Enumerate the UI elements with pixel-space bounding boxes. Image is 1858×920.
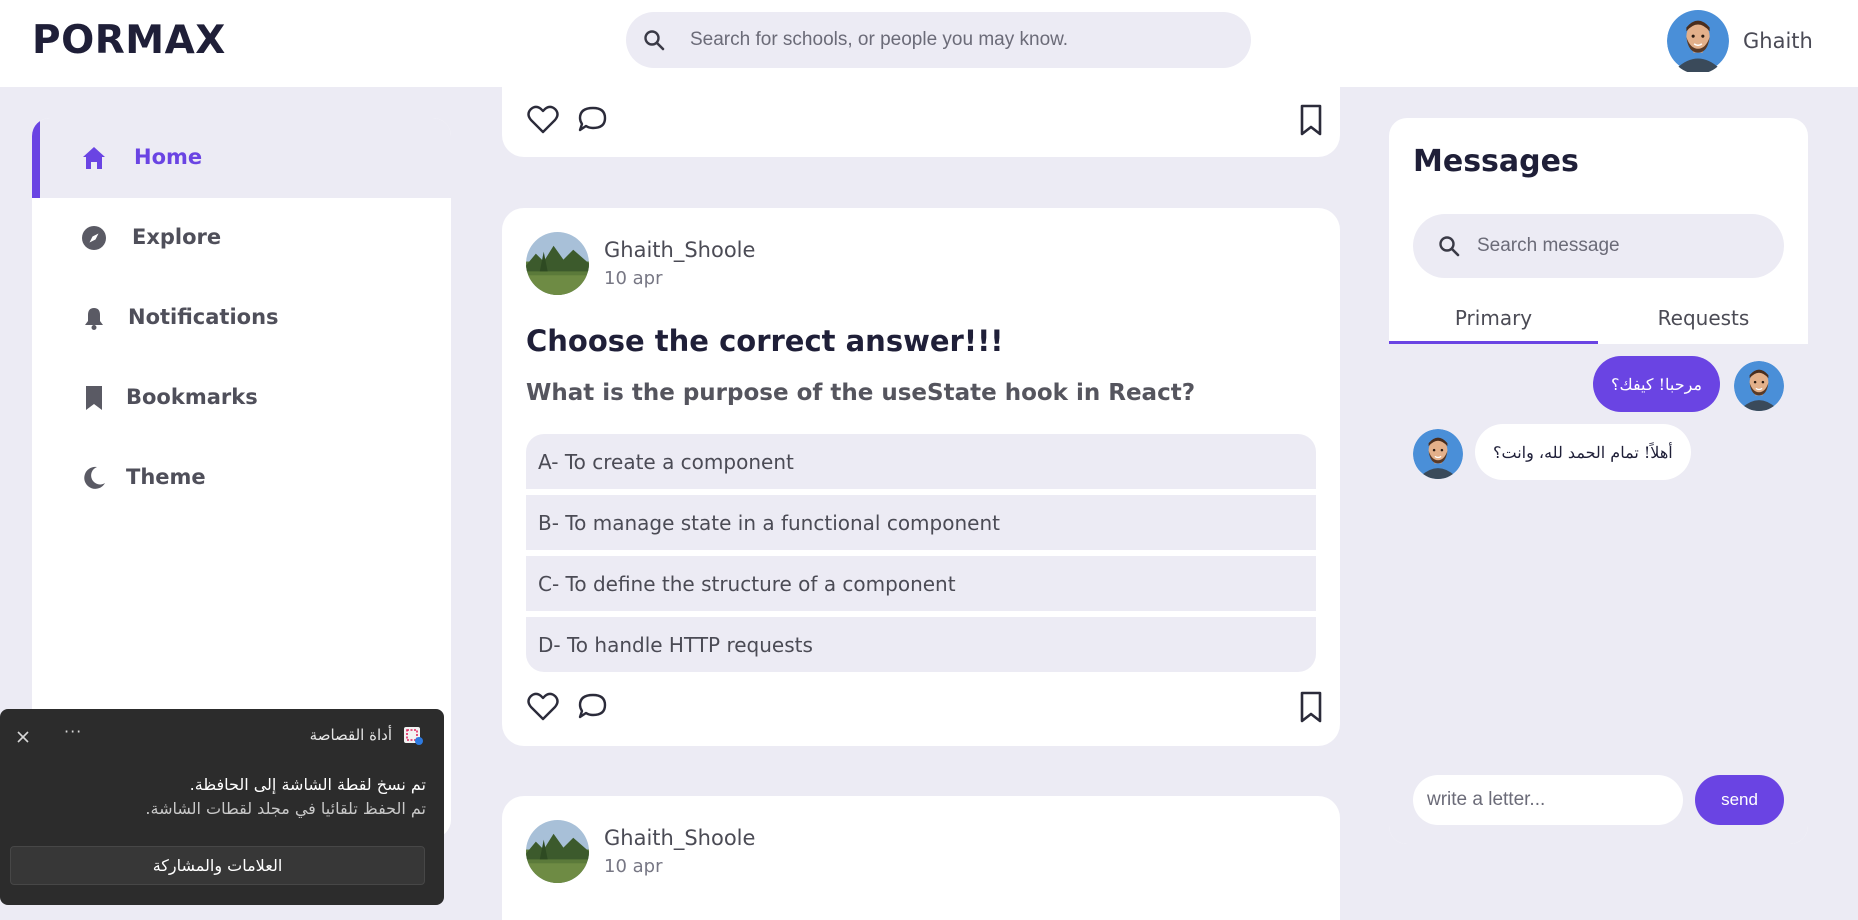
sidebar-item-explore[interactable]: Explore: [32, 198, 451, 278]
post-actions: [526, 103, 1322, 139]
global-search[interactable]: [626, 12, 1251, 68]
post-date: 10 apr: [604, 268, 663, 289]
messages-title: Messages: [1413, 144, 1579, 179]
chat-message-received: أهلاً! تمام الحمد لله، وانت؟: [1389, 424, 1808, 480]
chat-thread: مرحبا! كيفك؟ أهلاً! تمام الحمد لله، وانت…: [1389, 344, 1808, 844]
more-options-button[interactable]: ···: [64, 722, 82, 741]
tab-primary[interactable]: Primary: [1389, 300, 1598, 346]
sidebar-item-label: Theme: [126, 465, 206, 489]
toast-message: تم نسخ لقطة الشاشة إلى الحافظة.: [189, 775, 426, 794]
post-card-partial: [502, 70, 1340, 157]
tab-requests[interactable]: Requests: [1599, 300, 1808, 344]
avatar[interactable]: [1667, 8, 1729, 74]
message-compose-input[interactable]: [1413, 775, 1683, 825]
bookmark-icon[interactable]: [1294, 690, 1328, 724]
sidebar-item-home[interactable]: Home: [32, 118, 451, 198]
post-card: Ghaith_Shoole 10 apr Choose the correct …: [502, 208, 1340, 746]
bell-icon: [85, 308, 103, 330]
quiz-option-a[interactable]: A- To create a component: [526, 434, 1316, 489]
avatar: [1734, 361, 1784, 411]
toast-app-name: أداة القصاصة: [309, 726, 392, 744]
sidebar-item-label: Notifications: [128, 305, 279, 329]
search-icon: [644, 30, 665, 51]
compass-icon: [82, 226, 106, 250]
comment-icon[interactable]: [576, 690, 610, 724]
global-search-input[interactable]: [690, 12, 1230, 68]
home-icon: [83, 147, 105, 169]
post-title: Choose the correct answer!!!: [526, 324, 1004, 358]
snipping-tool-toast: ··· أداة القصاصة تم نسخ لقطة الشاشة إلى …: [0, 709, 444, 905]
message-search[interactable]: [1413, 214, 1784, 278]
heart-icon[interactable]: [526, 690, 560, 724]
bookmark-icon[interactable]: [1294, 103, 1328, 137]
send-button[interactable]: send: [1695, 775, 1784, 825]
avatar[interactable]: [526, 820, 589, 883]
markup-and-share-button[interactable]: العلامات والمشاركة: [10, 846, 425, 885]
bookmark-icon: [86, 386, 102, 410]
avatar: [1413, 429, 1463, 479]
app-logo[interactable]: PORMAX: [32, 18, 226, 63]
post-author[interactable]: Ghaith_Shoole: [604, 238, 755, 262]
toast-submessage: تم الحفظ تلقائيا في مجلد لقطات الشاشة.: [145, 799, 426, 818]
search-icon: [1439, 236, 1460, 257]
chat-bubble: مرحبا! كيفك؟: [1592, 356, 1720, 412]
sidebar-item-label: Bookmarks: [126, 385, 258, 409]
heart-icon[interactable]: [526, 103, 560, 137]
user-profile[interactable]: Ghaith: [1667, 8, 1813, 74]
post-author[interactable]: Ghaith_Shoole: [604, 826, 755, 850]
sidebar-item-label: Explore: [132, 225, 222, 249]
sidebar-item-theme[interactable]: Theme: [32, 438, 451, 518]
snipping-tool-icon: [404, 727, 423, 745]
chat-bubble: أهلاً! تمام الحمد لله، وانت؟: [1475, 424, 1691, 480]
messages-panel: Messages Primary Requests مرحبا! كيفك؟ أ…: [1389, 118, 1808, 844]
user-name: Ghaith: [1743, 29, 1813, 53]
sidebar-item-bookmarks[interactable]: Bookmarks: [32, 358, 451, 438]
quiz-option-c[interactable]: C- To define the structure of a componen…: [526, 556, 1316, 611]
moon-icon: [84, 466, 105, 489]
post-date: 10 apr: [604, 856, 663, 877]
comment-icon[interactable]: [576, 103, 610, 137]
sidebar-item-notifications[interactable]: Notifications: [32, 278, 451, 358]
chat-message-sent: مرحبا! كيفك؟: [1389, 356, 1808, 412]
close-icon[interactable]: [14, 728, 32, 746]
quiz-option-b[interactable]: B- To manage state in a functional compo…: [526, 495, 1316, 550]
quiz-question: What is the purpose of the useState hook…: [526, 380, 1196, 406]
message-search-input[interactable]: [1477, 214, 1767, 278]
quiz-option-d[interactable]: D- To handle HTTP requests: [526, 617, 1316, 672]
avatar[interactable]: [526, 232, 589, 295]
sidebar-item-label: Home: [134, 145, 203, 169]
post-actions: [526, 690, 1322, 726]
post-card: Ghaith_Shoole 10 apr: [502, 796, 1340, 920]
